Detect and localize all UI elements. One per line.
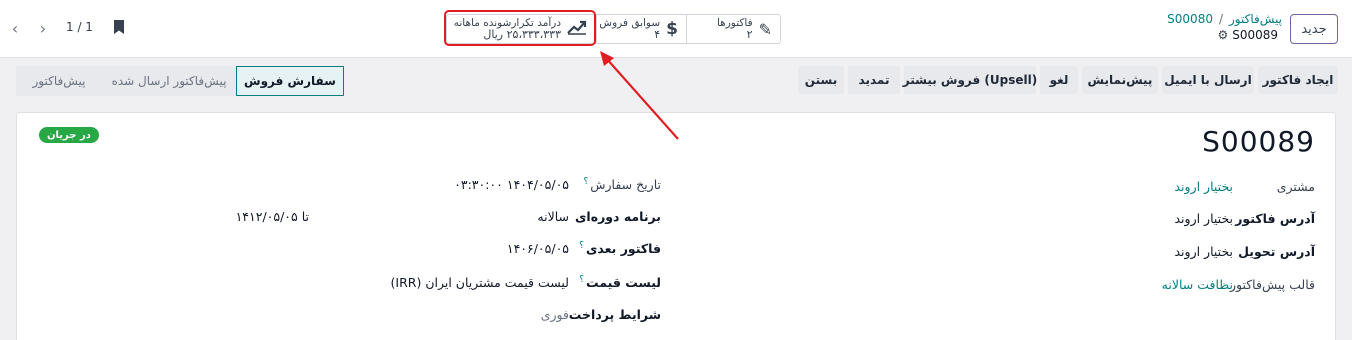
delivery-address-label: آدرس تحویل [1238, 244, 1315, 259]
payment-terms-field[interactable]: فوری [541, 307, 569, 322]
create-invoice-button[interactable]: ایجاد فاکتور [1258, 66, 1338, 94]
pricelist-label: لیست قیمت؟ [579, 275, 661, 291]
invoice-address-field[interactable]: بختیار اروند [1175, 211, 1234, 226]
record-name: S00089 [1232, 28, 1278, 42]
help-icon[interactable]: ؟ [579, 241, 584, 251]
recurring-until-field[interactable]: تا ۱۴۱۲/۰۵/۰۵ [236, 209, 309, 224]
sales-history-count: ۴ [654, 28, 661, 41]
recurring-plan-field[interactable]: سالانه [537, 209, 569, 224]
next-record-button[interactable]: › [32, 15, 54, 41]
sales-history-smart-button[interactable]: $ سوابق فروش ۴ [596, 14, 687, 44]
status-bar: سفارش فروش پیش‌فاکتور ارسال شده پیش‌فاکت… [16, 66, 344, 96]
pricelist-field[interactable]: لیست قیمت مشتریان ایران (IRR) [391, 275, 569, 290]
breadcrumb-previous-record[interactable]: S00080 [1167, 12, 1213, 26]
next-invoice-label: فاکتور بعدی؟ [579, 241, 661, 257]
next-invoice-field[interactable]: ۱۴۰۶/۰۵/۰۵ [507, 241, 569, 256]
cancel-button[interactable]: لغو [1040, 66, 1078, 94]
payment-terms-label: شرایط پرداخت [568, 307, 661, 322]
control-panel: ‹ › 1 / 1 ✎ فاکتورها ۲ $ سوابق فروش ۴ در… [0, 0, 1352, 58]
record-name-line: S00089 ⚙ [1217, 28, 1278, 42]
customer-label: مشتری [1276, 179, 1315, 194]
quote-template-field[interactable]: نظافت سالانه [1162, 277, 1233, 292]
previous-record-button[interactable]: ‹ [4, 15, 26, 41]
invoice-address-label: آدرس فاکتور [1235, 211, 1315, 226]
bookmark-icon[interactable] [114, 20, 124, 34]
help-icon[interactable]: ؟ [579, 275, 584, 285]
preview-button[interactable]: پیش‌نمایش [1082, 66, 1158, 94]
invoices-count: ۲ [746, 28, 753, 41]
highlight-box [444, 10, 596, 46]
send-email-button[interactable]: ارسال با ایمیل [1162, 66, 1254, 94]
recurring-plan-label: برنامه دوره‌ای [574, 209, 661, 224]
gear-icon[interactable]: ⚙ [1217, 28, 1228, 42]
stage-quotation[interactable]: پیش‌فاکتور [16, 66, 102, 96]
breadcrumb: پیش‌فاکتور / S00080 [1167, 12, 1282, 26]
invoices-smart-button[interactable]: ✎ فاکتورها ۲ [686, 14, 781, 44]
customer-field[interactable]: بختیار اروند [1175, 179, 1234, 194]
stage-quotation-sent[interactable]: پیش‌فاکتور ارسال شده [102, 66, 236, 96]
delivery-address-field[interactable]: بختیار اروند [1175, 244, 1234, 259]
new-button[interactable]: جدید [1290, 14, 1338, 44]
sales-history-label: سوابق فروش [599, 17, 661, 29]
breadcrumb-quotations-link[interactable]: پیش‌فاکتور [1229, 12, 1282, 26]
breadcrumb-separator: / [1218, 12, 1224, 26]
renew-button[interactable]: تمدید [848, 66, 900, 94]
order-date-label: تاریخ سفارش؟ [583, 177, 661, 193]
help-icon[interactable]: ؟ [583, 177, 588, 187]
page-title: S00089 [1202, 125, 1315, 158]
edit-icon: ✎ [758, 19, 772, 39]
upsell-button[interactable]: فروش بیشتر (Upsell) [903, 66, 1037, 94]
order-date-field[interactable]: ۱۴۰۴/۰۵/۰۵ ۰۳:۳۰:۰۰ [454, 177, 569, 192]
pager-value[interactable]: 1 / 1 [66, 20, 93, 34]
quote-template-label: قالب پیش‌فاکتور [1229, 277, 1315, 292]
dollar-icon: $ [666, 19, 678, 39]
stage-sales-order[interactable]: سفارش فروش [236, 66, 344, 96]
status-badge: در جریان [39, 127, 99, 143]
form-sheet: در جریان S00089 مشتری بختیار اروند آدرس … [16, 112, 1336, 340]
close-button[interactable]: بستن [798, 66, 844, 94]
